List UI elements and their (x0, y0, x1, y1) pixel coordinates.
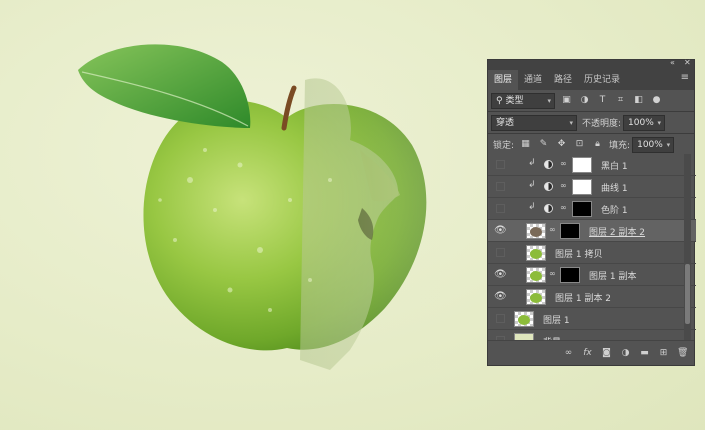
layer-name[interactable]: 图层 1 副本 2 (555, 291, 611, 304)
visibility-toggle[interactable] (496, 160, 505, 169)
tab-paths[interactable]: 路径 (548, 70, 578, 90)
trash-icon[interactable]: 🗑︎ (677, 348, 688, 358)
apple-leaf (78, 44, 251, 128)
layer-thumbnail[interactable] (514, 333, 534, 340)
lock-artboard-icon[interactable]: ⊡ (573, 138, 586, 151)
layer-name[interactable]: 曲线 1 (601, 181, 628, 194)
layer-thumbnail[interactable] (514, 311, 534, 327)
lock-paint-icon[interactable]: ✎ (537, 138, 550, 151)
eye-icon[interactable]: 👁︎ (494, 290, 507, 303)
search-icon: ⚲ (496, 95, 503, 106)
layer-row[interactable]: 👁︎ ∞ 图层 2 副本 2 (488, 220, 696, 242)
layer-name[interactable]: 色阶 1 (601, 203, 628, 216)
layer-row[interactable]: ↲ ∞ 色阶 1 (488, 198, 696, 220)
opacity-input[interactable]: 100% ▾ (623, 114, 666, 131)
clip-arrow-icon: ↲ (528, 158, 536, 168)
type-filter-icon[interactable]: T (596, 94, 609, 107)
chevron-down-icon: ▾ (657, 118, 662, 127)
visibility-toggle[interactable] (496, 182, 505, 191)
opacity-value: 100% (628, 117, 654, 128)
panel-tabs: 图层 通道 路径 历史记录 ≡ (488, 68, 694, 90)
layer-thumbnail[interactable] (526, 223, 546, 239)
visibility-toggle[interactable] (496, 204, 505, 213)
layer-row[interactable]: 图层 1 (488, 308, 696, 330)
new-layer-icon[interactable]: ⊞ (658, 348, 669, 358)
eye-icon[interactable]: 👁︎ (494, 224, 507, 237)
lock-row: 锁定: ▦ ✎ ✥ ⊡ 🔒︎ 填充: 100% ▾ (488, 134, 694, 155)
layer-row[interactable]: 👁︎ 图层 1 副本 2 (488, 286, 696, 308)
adjustment-icon (544, 160, 553, 169)
layer-name[interactable]: 图层 1 副本 (589, 269, 636, 282)
opacity-label: 不透明度: (582, 119, 622, 129)
layer-row[interactable]: ↲ ∞ 黑白 1 (488, 154, 696, 176)
folder-icon[interactable]: ▬ (639, 348, 650, 358)
chevron-down-icon: ▾ (547, 96, 551, 105)
fill-input[interactable]: 100% ▾ (632, 136, 675, 153)
blend-mode-dropdown[interactable]: 穿透 ▾ (491, 114, 577, 131)
panel-bottom-toolbar: ∞ fx ◙ ◑ ▬ ⊞ 🗑︎ (488, 340, 694, 365)
visibility-toggle[interactable] (496, 248, 505, 257)
panel-titlebar: « ✕ (488, 58, 694, 68)
layer-row[interactable]: 图层 1 拷贝 (488, 242, 696, 264)
adjustment-icon (544, 204, 553, 213)
layers-scrollbar[interactable] (684, 154, 691, 340)
layer-mask-thumbnail[interactable] (560, 223, 580, 239)
layer-mask-thumbnail[interactable] (572, 179, 592, 195)
link-icon[interactable]: ∞ (560, 181, 567, 190)
layers-panel: « ✕ 图层 通道 路径 历史记录 ≡ ⚲ 类型 ▾ ▣ ◑ T ⌗ ◧ ● 穿… (487, 58, 696, 366)
layer-row[interactable]: ↲ ∞ 曲线 1 (488, 176, 696, 198)
mask-icon[interactable]: ◙ (601, 348, 612, 358)
layer-mask-thumbnail[interactable] (572, 157, 592, 173)
clip-arrow-icon: ↲ (528, 180, 536, 190)
filter-kind-value: 类型 (505, 95, 524, 106)
layer-thumbnail[interactable] (526, 245, 546, 261)
link-icon[interactable]: ∞ (549, 225, 556, 234)
chevron-down-icon: ▾ (569, 118, 573, 127)
layer-name[interactable]: 图层 1 拷贝 (555, 247, 602, 260)
link-icon[interactable]: ∞ (560, 159, 567, 168)
link-layers-icon[interactable]: ∞ (563, 348, 574, 358)
layer-row[interactable]: 背景 (488, 330, 696, 340)
lock-position-icon[interactable]: ✥ (555, 138, 568, 151)
adjustment-icon (544, 182, 553, 191)
filter-kind-dropdown[interactable]: ⚲ 类型 ▾ (491, 92, 555, 109)
scrollbar-thumb[interactable] (685, 264, 690, 324)
tab-history[interactable]: 历史记录 (578, 70, 626, 90)
pixel-filter-icon[interactable]: ▣ (560, 94, 573, 107)
smart-filter-icon[interactable]: ◧ (632, 94, 645, 107)
adjustment-layer-icon[interactable]: ◑ (620, 348, 631, 358)
layer-mask-thumbnail[interactable] (572, 201, 592, 217)
fill-value: 100% (637, 139, 663, 150)
fill-label: 填充: (609, 141, 631, 151)
link-icon[interactable]: ∞ (549, 269, 556, 278)
layer-row[interactable]: 👁︎ ∞ 图层 1 副本 (488, 264, 696, 286)
close-icon[interactable]: ✕ (684, 58, 691, 67)
layers-list: ↲ ∞ 黑白 1 ↲ ∞ 曲线 1 ↲ ∞ 色阶 1 👁︎ ∞ 图层 2 副本 … (488, 154, 696, 340)
tab-channels[interactable]: 通道 (518, 70, 548, 90)
tab-layers[interactable]: 图层 (488, 70, 519, 90)
panel-menu-icon[interactable]: ≡ (681, 72, 689, 83)
collapse-icon[interactable]: « (670, 58, 675, 67)
fx-icon[interactable]: fx (582, 348, 593, 358)
visibility-toggle[interactable] (496, 314, 505, 323)
clip-arrow-icon: ↲ (528, 202, 536, 212)
lock-transparent-icon[interactable]: ▦ (519, 138, 532, 151)
layer-name[interactable]: 黑白 1 (601, 159, 628, 172)
lock-all-icon[interactable]: 🔒︎ (591, 138, 604, 151)
blend-mode-value: 穿透 (496, 117, 515, 128)
layer-thumbnail[interactable] (526, 267, 546, 283)
filter-toggle-icon[interactable]: ● (650, 94, 663, 107)
filter-row: ⚲ 类型 ▾ ▣ ◑ T ⌗ ◧ ● (488, 90, 694, 111)
adjustment-filter-icon[interactable]: ◑ (578, 94, 591, 107)
chevron-down-icon: ▾ (666, 140, 671, 149)
shape-filter-icon[interactable]: ⌗ (614, 94, 627, 107)
lock-label: 锁定: (493, 141, 515, 151)
layer-thumbnail[interactable] (526, 289, 546, 305)
layer-mask-thumbnail[interactable] (560, 267, 580, 283)
blend-row: 穿透 ▾ 不透明度: 100% ▾ (488, 112, 694, 133)
layer-name[interactable]: 图层 1 (543, 313, 570, 326)
eye-icon[interactable]: 👁︎ (494, 268, 507, 281)
layer-name[interactable]: 图层 2 副本 2 (589, 225, 645, 238)
link-icon[interactable]: ∞ (560, 203, 567, 212)
